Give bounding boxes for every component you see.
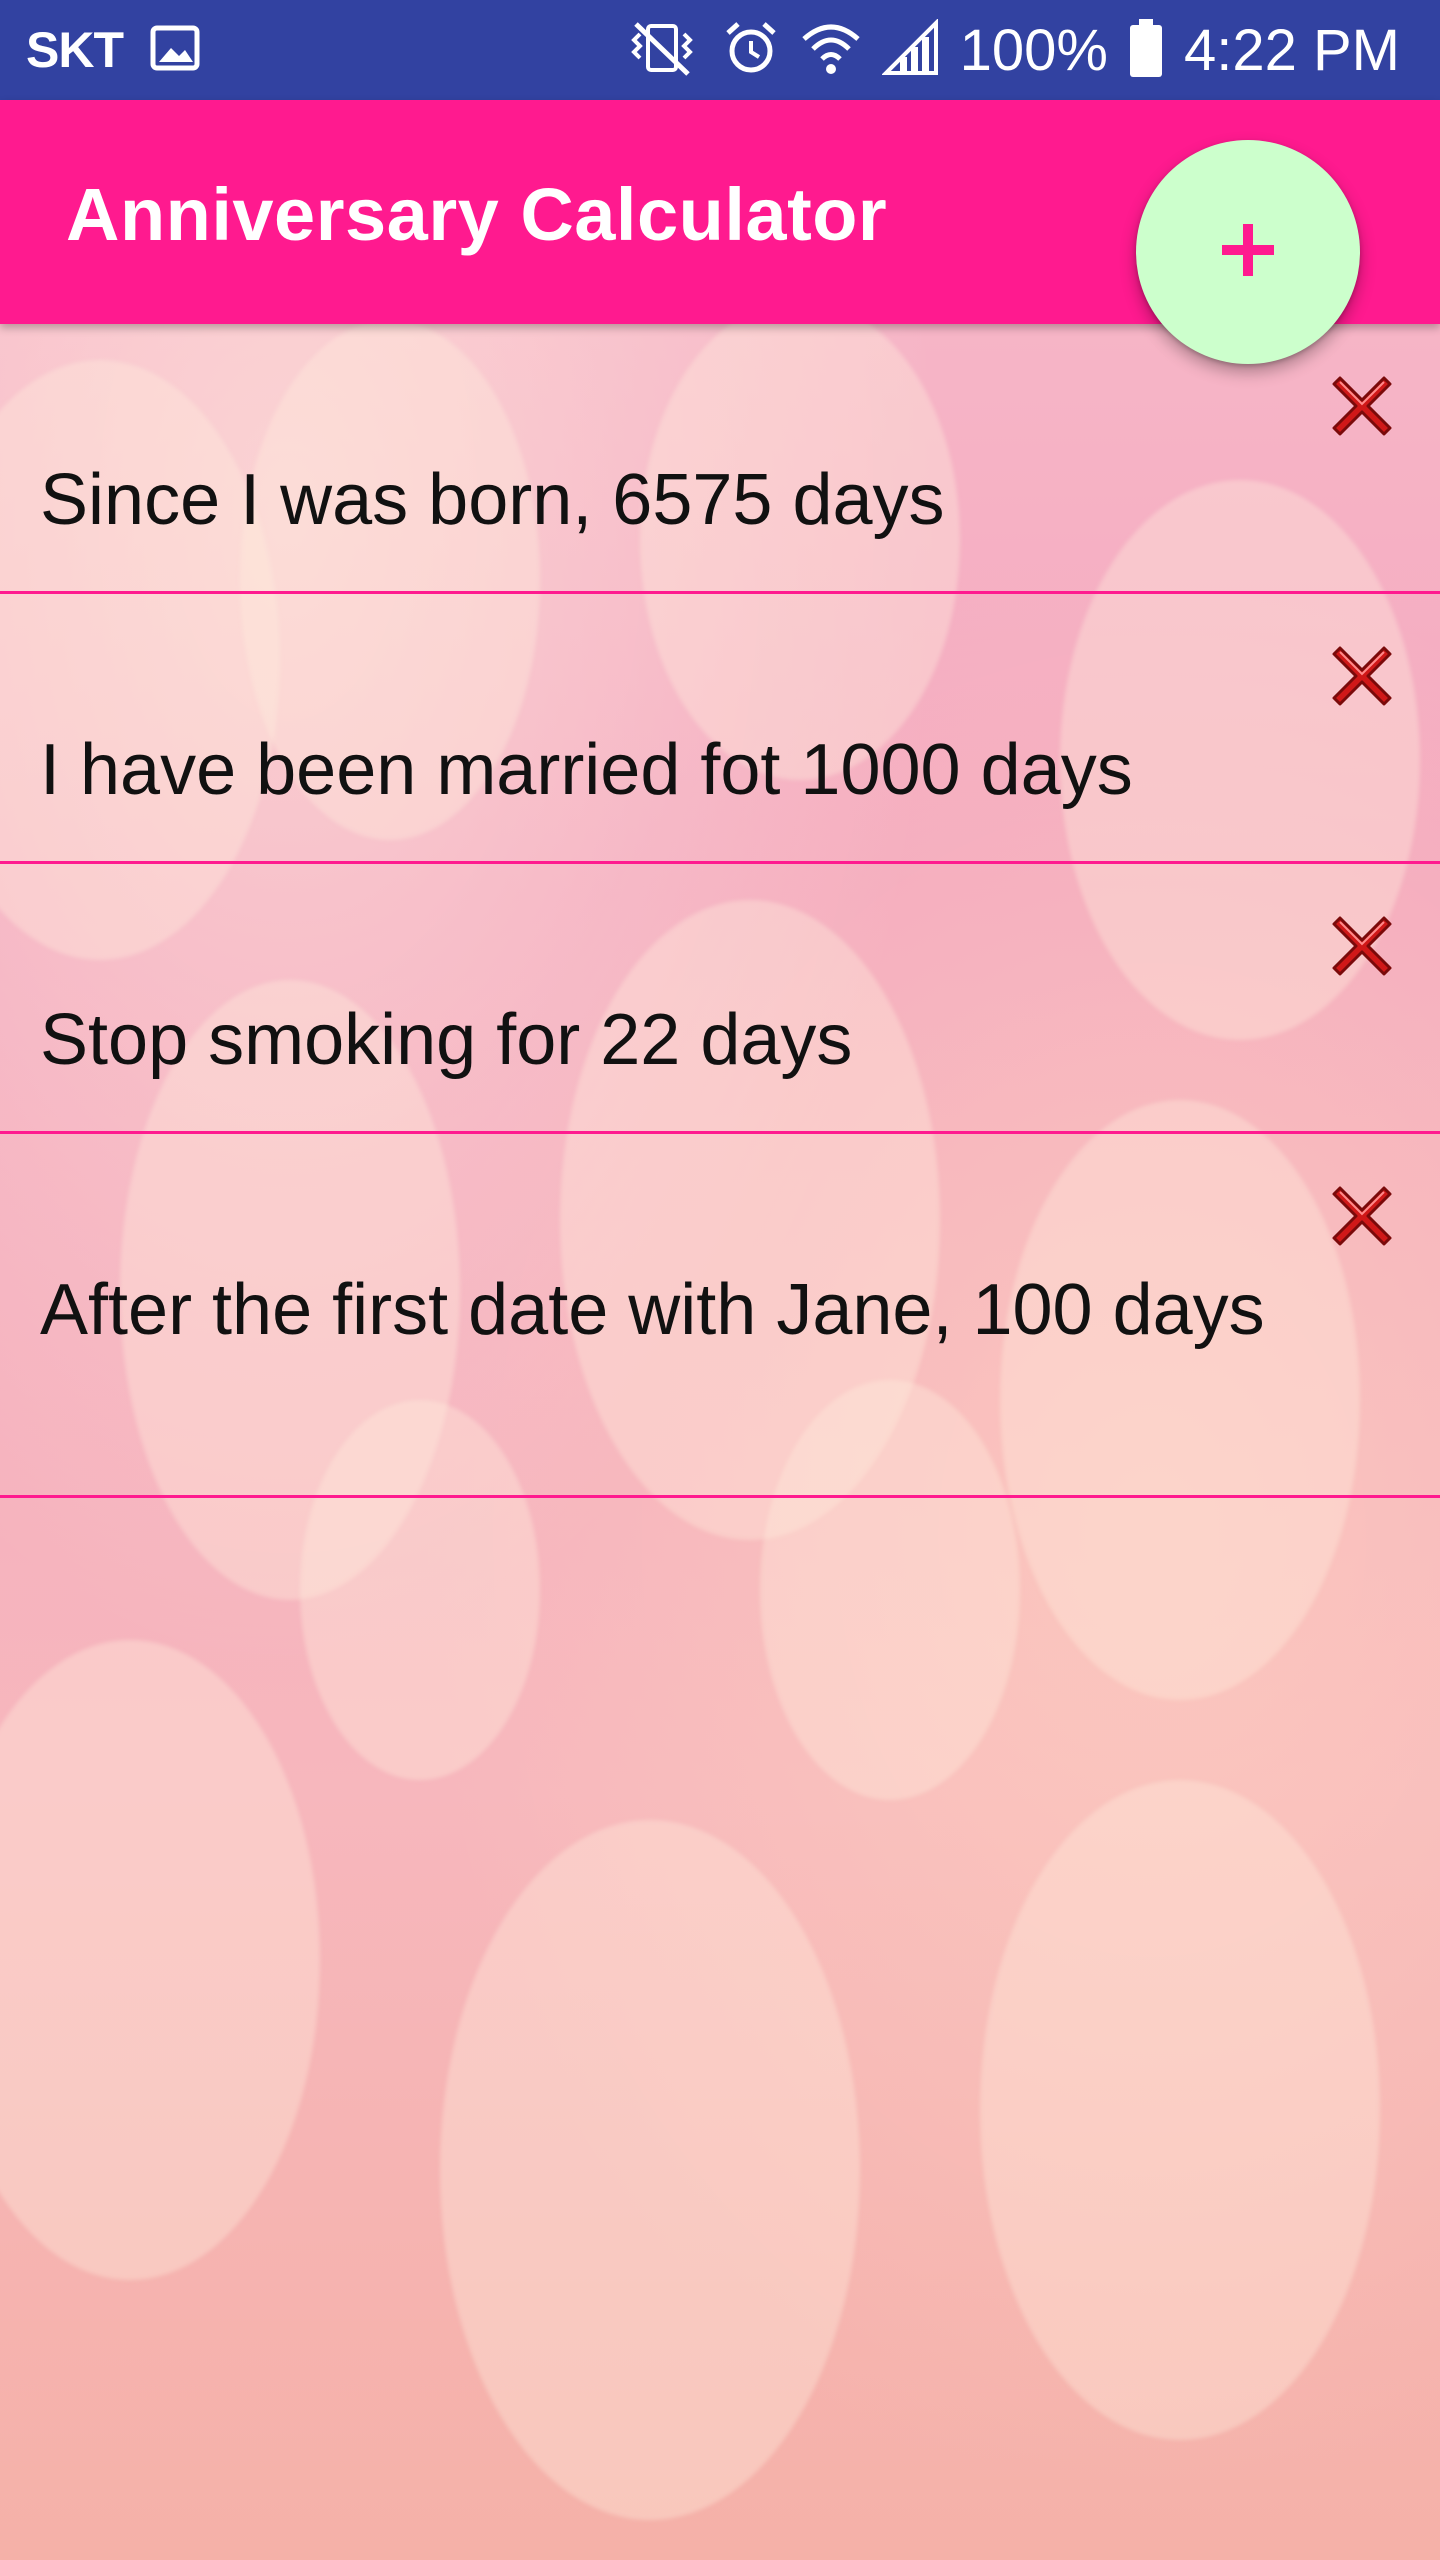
close-x-icon[interactable] (1326, 1180, 1398, 1252)
status-bar: SKT 100% 4:22 PM (0, 0, 1440, 100)
signal-icon (880, 17, 940, 82)
list-item[interactable]: I have been married fot 1000 days (0, 594, 1440, 864)
battery-percent: 100% (959, 17, 1108, 83)
battery-icon (1128, 17, 1164, 84)
list-item-text: Stop smoking for 22 days (40, 1000, 853, 1080)
clock: 4:22 PM (1184, 17, 1400, 83)
close-x-icon[interactable] (1326, 640, 1398, 712)
gallery-icon (149, 22, 201, 79)
wifi-icon (800, 17, 862, 84)
list-item-text: Since I was born, 6575 days (40, 460, 945, 540)
list-item[interactable]: Since I was born, 6575 days (0, 324, 1440, 594)
close-x-icon[interactable] (1326, 910, 1398, 982)
carrier-label: SKT (26, 22, 124, 78)
anniversary-list: Since I was born, 6575 days I have been … (0, 324, 1440, 1498)
add-anniversary-button[interactable] (1136, 140, 1360, 364)
list-item[interactable]: Stop smoking for 22 days (0, 864, 1440, 1134)
alarm-icon (722, 19, 780, 82)
list-item-text: After the first date with Jane, 100 days (40, 1270, 1265, 1350)
close-x-icon[interactable] (1326, 370, 1398, 442)
vibrate-icon (622, 18, 702, 83)
list-item-text: I have been married fot 1000 days (40, 730, 1133, 810)
list-item[interactable]: After the first date with Jane, 100 days (0, 1134, 1440, 1498)
plus-icon (1218, 220, 1278, 285)
app-title: Anniversary Calculator (66, 173, 888, 256)
